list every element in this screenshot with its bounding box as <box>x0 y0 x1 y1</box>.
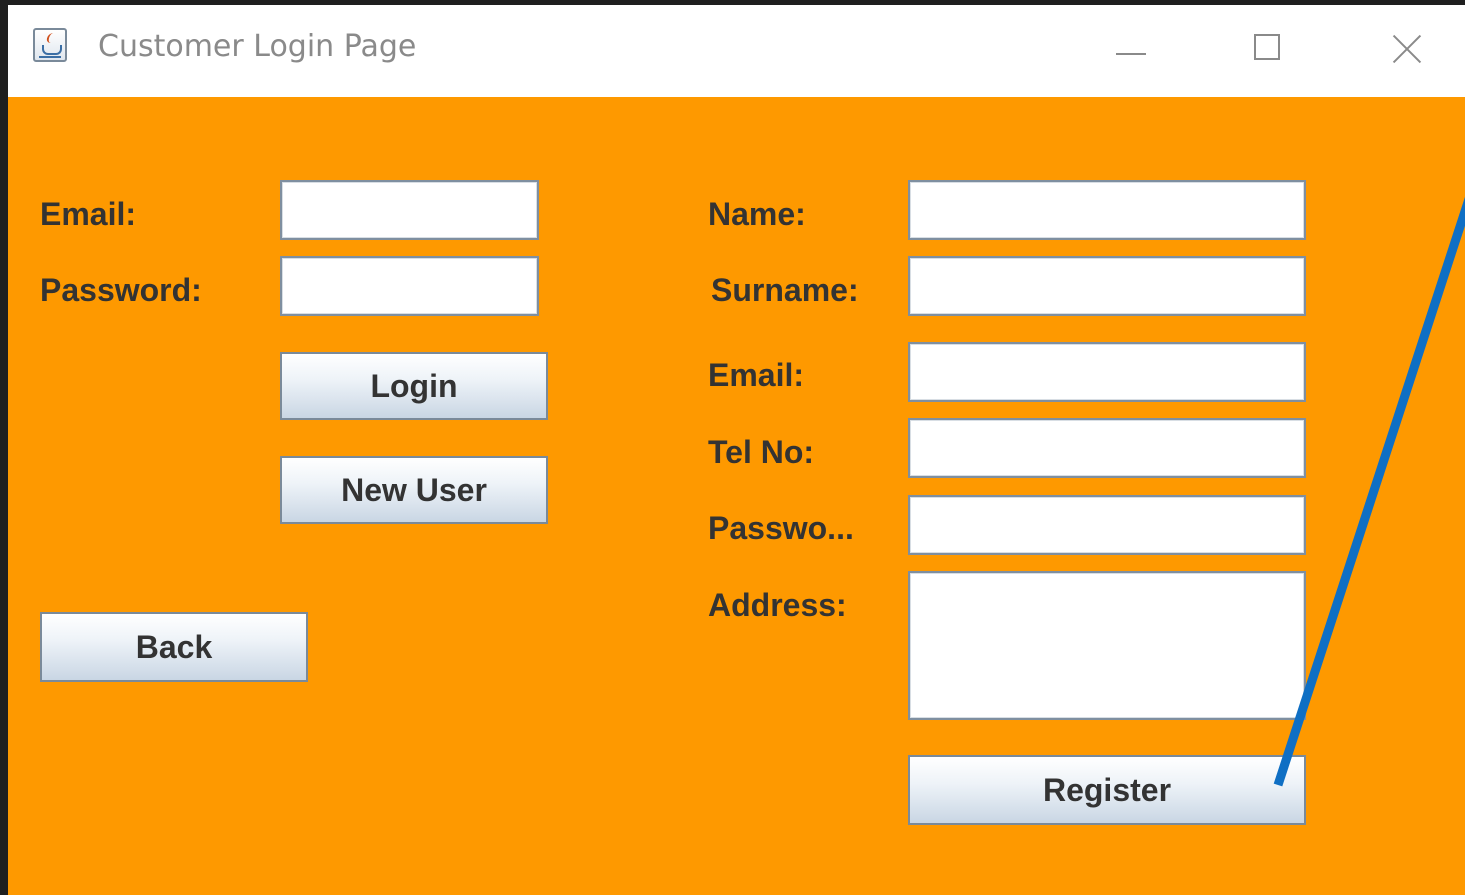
maximize-icon <box>1254 34 1280 60</box>
register-address-label: Address: <box>708 587 847 623</box>
java-cup-icon <box>33 28 67 62</box>
register-password-label: Passwo... <box>708 510 854 546</box>
login-email-label: Email: <box>40 196 137 232</box>
close-button[interactable] <box>1378 25 1438 75</box>
register-email-label: Email: <box>708 357 805 393</box>
register-button[interactable]: Register <box>908 755 1306 825</box>
back-button[interactable]: Back <box>40 612 308 682</box>
register-name-field[interactable] <box>908 180 1306 240</box>
register-tel-label: Tel No: <box>708 434 815 470</box>
title-bar[interactable]: Customer Login Page <box>8 5 1465 97</box>
login-button[interactable]: Login <box>280 352 548 420</box>
register-surname-field[interactable] <box>908 256 1306 316</box>
register-email-field[interactable] <box>908 342 1306 402</box>
new-user-button[interactable]: New User <box>280 456 548 524</box>
login-password-field[interactable] <box>280 256 539 316</box>
register-tel-field[interactable] <box>908 418 1306 478</box>
register-surname-label: Surname: <box>711 272 859 308</box>
minimize-button[interactable] <box>1100 25 1160 75</box>
minimize-icon <box>1116 53 1146 55</box>
maximize-button[interactable] <box>1240 25 1300 75</box>
login-email-field[interactable] <box>280 180 539 240</box>
customer-login-window: Customer Login Page Email: Password: Log… <box>8 5 1465 895</box>
login-password-label: Password: <box>40 272 202 308</box>
window-title: Customer Login Page <box>98 29 417 64</box>
register-name-label: Name: <box>708 196 806 232</box>
register-address-textarea[interactable] <box>908 571 1306 720</box>
register-password-field[interactable] <box>908 495 1306 555</box>
